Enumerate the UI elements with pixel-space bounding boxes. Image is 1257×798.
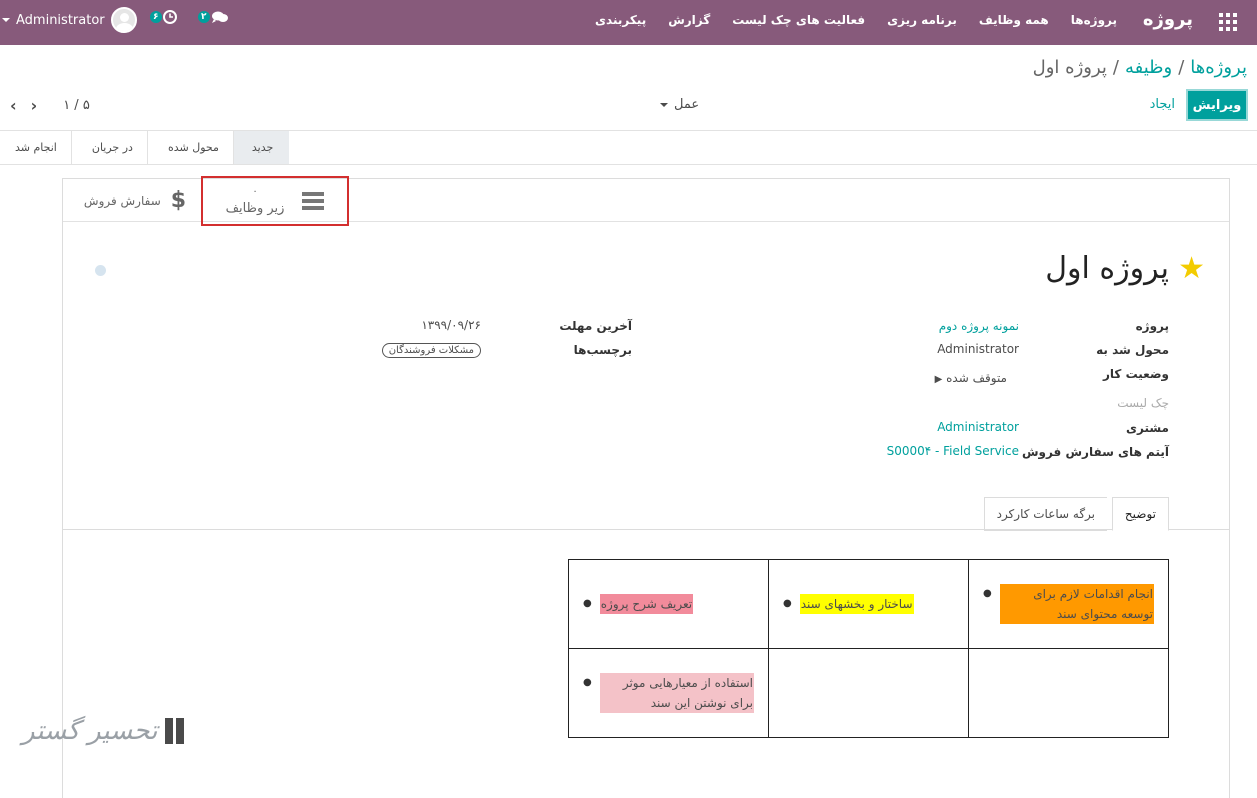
- clock-icon: [162, 10, 177, 24]
- subtasks-label: زیر وظایف: [225, 200, 285, 216]
- menu-reporting[interactable]: گزارش: [668, 13, 710, 27]
- user-name: Administrator: [16, 12, 105, 28]
- tasks-icon: [302, 192, 325, 210]
- menu-checklist-activities[interactable]: فعالیت های چک لیست: [732, 13, 865, 27]
- breadcrumb-current: پروژه اول: [1032, 57, 1107, 78]
- smart-buttons-bar: سفارش فروش $ ۰ زیر وظایف: [63, 176, 1229, 226]
- user-menu[interactable]: Administrator: [0, 7, 137, 33]
- activity-badge: ۶: [150, 11, 162, 23]
- messages-badge: ۲: [198, 11, 210, 23]
- subtasks-count: ۰: [252, 185, 258, 197]
- main-menu: پروژه‌ها همه وظایف برنامه ریزی فعالیت ها…: [595, 13, 1117, 27]
- breadcrumb-projects[interactable]: پروژه‌ها: [1190, 57, 1247, 78]
- menu-all-tasks[interactable]: همه وظایف: [979, 13, 1049, 27]
- status-bar: جدید محول شده در جریان انجام شد: [0, 131, 1257, 165]
- value-project[interactable]: نمونه پروژه دوم: [939, 319, 1019, 333]
- value-sale-line[interactable]: S0000۴ - Field Service: [887, 444, 1019, 458]
- table-cell[interactable]: ● استفاده از معیارهایی موثر برای نوشتن ای…: [568, 648, 769, 738]
- chevron-down-icon: [2, 18, 10, 22]
- chat-icon: [211, 11, 228, 23]
- stage-selector: جدید محول شده در جریان انجام شد: [5, 131, 290, 164]
- apps-menu-icon[interactable]: [1219, 13, 1237, 31]
- activity-menu[interactable]: ۶: [150, 10, 177, 24]
- value-assigned-to[interactable]: Administrator: [937, 342, 1019, 356]
- label-project: پروژه: [1135, 319, 1169, 333]
- sales-order-button[interactable]: سفارش فروش $: [73, 179, 197, 222]
- list-item: استفاده از معیارهایی موثر برای نوشتن این…: [599, 673, 754, 713]
- list-item: ساختار و بخشهای سند: [799, 594, 914, 614]
- list-item: تعریف شرح پروژه: [599, 594, 694, 614]
- play-icon: ▶: [934, 374, 943, 385]
- list-item: انجام اقدامات لازم برای توسعه محتوای سند: [999, 584, 1154, 624]
- stage-in-progress[interactable]: در جریان: [70, 131, 147, 164]
- action-dropdown[interactable]: عمل: [660, 97, 699, 112]
- menu-configuration[interactable]: پیکربندی: [595, 13, 646, 27]
- label-kanban-state: وضعیت کار: [1103, 367, 1169, 381]
- menu-planning[interactable]: برنامه ریزی: [887, 13, 957, 27]
- label-tags: برچسب‌ها: [573, 343, 632, 357]
- label-customer: مشتری: [1125, 421, 1169, 435]
- subtasks-button[interactable]: ۰ زیر وظایف: [201, 176, 349, 226]
- bullet-icon: ●: [583, 677, 592, 688]
- label-checklist: چک لیست: [1117, 396, 1169, 410]
- chevron-down-icon: [660, 102, 668, 107]
- label-assigned-to: محول شد به: [1096, 343, 1169, 357]
- value-customer[interactable]: Administrator: [937, 420, 1019, 434]
- table-cell[interactable]: ● انجام اقدامات لازم برای توسعه محتوای سن…: [968, 559, 1169, 649]
- pager: ‹ › ۱ / ۵: [10, 96, 90, 115]
- record-title[interactable]: پروژه اول: [1045, 251, 1169, 286]
- table-row: ● تعریف شرح پروژه ● ساختار و بخشهای سند ● ا…: [568, 559, 1169, 649]
- notebook-tabs: توضیح برگه ساعات کارکرد: [63, 497, 1229, 531]
- table-cell[interactable]: ● ساختار و بخشهای سند: [768, 559, 969, 649]
- tab-description[interactable]: توضیح: [1111, 497, 1169, 531]
- avatar: [110, 7, 137, 33]
- top-navbar: پروژه پروژه‌ها همه وظایف برنامه ریزی فعا…: [0, 0, 1257, 45]
- tab-timesheets[interactable]: برگه ساعات کارکرد: [983, 497, 1107, 531]
- kanban-state-text: متوقف شده: [946, 371, 1007, 385]
- stage-new[interactable]: جدید: [232, 131, 290, 164]
- value-deadline[interactable]: ۱۳۹۹/۰۹/۲۶: [421, 318, 481, 332]
- chevron-left-icon[interactable]: ‹: [10, 96, 17, 115]
- table-row: ● استفاده از معیارهایی موثر برای نوشتن ای…: [568, 648, 1169, 738]
- label-sale-line: آیتم های سفارش فروش: [1021, 445, 1169, 459]
- breadcrumb-task[interactable]: وظیفه: [1125, 57, 1172, 78]
- bullet-icon: ●: [783, 598, 792, 609]
- create-button[interactable]: ایجاد: [1150, 97, 1175, 112]
- chevron-right-icon[interactable]: ›: [31, 96, 38, 115]
- breadcrumb-separator: /: [1112, 57, 1119, 78]
- watermark-text: تحسیر گستر: [22, 716, 158, 746]
- tag-badge[interactable]: مشکلات فروشندگان: [381, 343, 481, 358]
- bullet-icon: ●: [983, 588, 992, 599]
- breadcrumb-separator: /: [1178, 57, 1185, 78]
- menu-projects[interactable]: پروژه‌ها: [1071, 13, 1117, 27]
- breadcrumb: پروژه‌ها / وظیفه / پروژه اول: [1033, 57, 1247, 78]
- bullet-icon: ●: [583, 598, 592, 609]
- watermark: تحسیر گستر: [22, 716, 187, 746]
- control-panel: پروژه‌ها / وظیفه / پروژه اول ویرایش ایجا…: [0, 45, 1257, 131]
- sales-order-label: سفارش فروش: [83, 193, 161, 208]
- edit-button[interactable]: ویرایش: [1186, 89, 1248, 121]
- label-deadline: آخرین مهلت: [559, 319, 632, 333]
- pager-value[interactable]: ۱ / ۵: [63, 98, 90, 113]
- dollar-icon: $: [170, 188, 187, 213]
- description-table: ● تعریف شرح پروژه ● ساختار و بخشهای سند ● ا…: [568, 559, 1169, 738]
- logo: [165, 718, 187, 744]
- stage-assigned[interactable]: محول شده: [146, 131, 233, 164]
- table-cell[interactable]: ● تعریف شرح پروژه: [568, 559, 769, 649]
- value-kanban-state[interactable]: ▶ متوقف شده: [919, 371, 1007, 385]
- kanban-state-dot[interactable]: [95, 265, 106, 276]
- priority-star-icon[interactable]: ★: [1178, 251, 1205, 286]
- app-brand[interactable]: پروژه: [1143, 9, 1193, 30]
- action-label: عمل: [674, 97, 700, 112]
- stage-done[interactable]: انجام شد: [5, 131, 71, 164]
- table-cell[interactable]: [768, 648, 969, 738]
- messaging-menu[interactable]: ۲: [198, 10, 229, 24]
- table-cell[interactable]: [968, 648, 1169, 738]
- form-sheet: سفارش فروش $ ۰ زیر وظایف ★ پروژه اول پرو…: [62, 176, 1230, 798]
